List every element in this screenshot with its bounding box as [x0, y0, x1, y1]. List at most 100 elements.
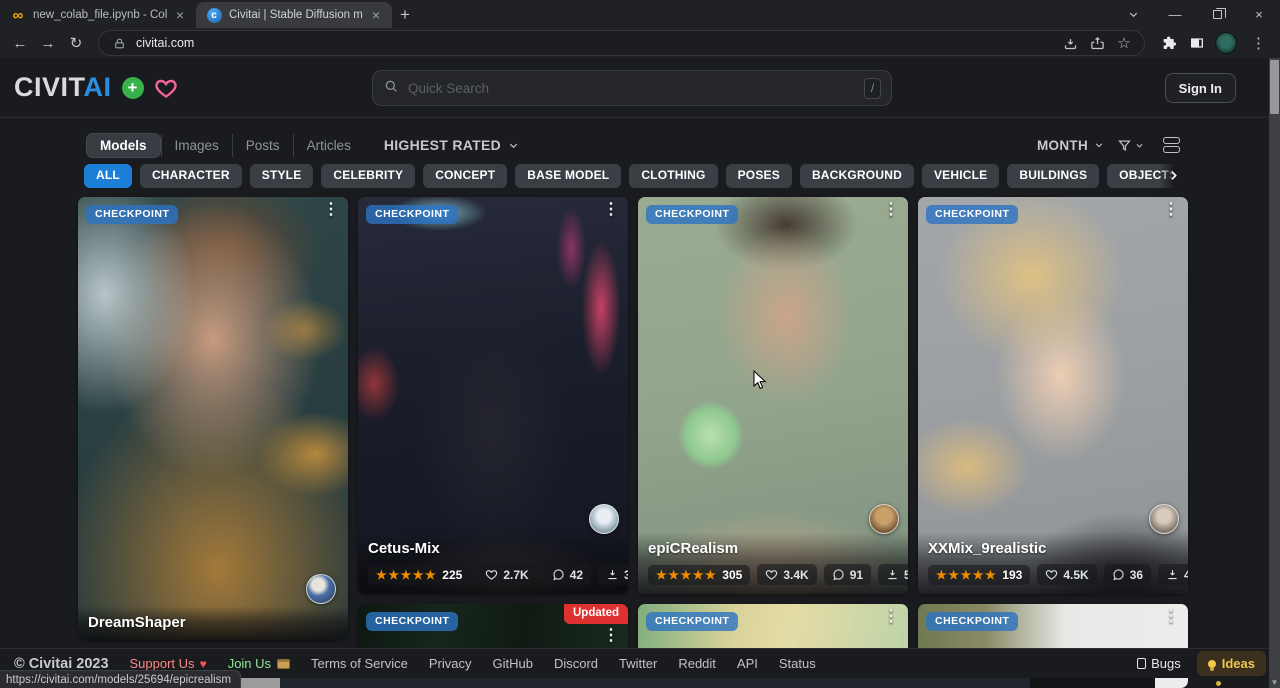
browser-toolbar: ← → ↻ civitai.com ☆: [0, 28, 1280, 58]
model-grid: CHECKPOINT ⋮ DreamShaper CHECKPOINT ⋮ Ce…: [78, 197, 1188, 688]
download-icon[interactable]: [1060, 33, 1080, 53]
footer-link[interactable]: Status: [779, 656, 816, 671]
chips-scroll-right-button[interactable]: [1160, 162, 1186, 188]
creator-avatar[interactable]: [306, 574, 336, 604]
content-tab[interactable]: Images: [161, 134, 232, 157]
new-tab-button[interactable]: +: [392, 2, 418, 28]
card-menu-icon[interactable]: ⋮: [1163, 202, 1179, 219]
comment-icon: [1112, 568, 1125, 581]
downloads-pill[interactable]: 45K: [1158, 564, 1188, 585]
category-chip[interactable]: CLOTHING: [629, 164, 717, 188]
browser-menu-icon[interactable]: ⋮: [1245, 34, 1272, 52]
footer-link[interactable]: Twitter: [619, 656, 657, 671]
category-chip[interactable]: VEHICLE: [922, 164, 999, 188]
likes-pill[interactable]: 4.5K: [1037, 564, 1096, 585]
star-rating: ★★★★★: [376, 569, 437, 581]
model-type-badge: CHECKPOINT: [646, 612, 738, 631]
forward-button[interactable]: →: [36, 31, 60, 55]
creator-avatar[interactable]: [589, 504, 619, 534]
browser-tab-civitai[interactable]: c Civitai | Stable Diffusion models, ×: [196, 2, 392, 28]
footer-link[interactable]: Privacy: [429, 656, 472, 671]
favorites-heart-icon[interactable]: [154, 76, 178, 100]
comments-pill[interactable]: 36: [1104, 564, 1151, 585]
lock-icon[interactable]: [109, 33, 129, 53]
category-chip[interactable]: STYLE: [250, 164, 314, 188]
civitai-logo[interactable]: CIVITAI: [14, 74, 112, 101]
downloads-pill[interactable]: 59K: [878, 564, 908, 585]
category-chip[interactable]: BASE MODEL: [515, 164, 621, 188]
content-tab[interactable]: Posts: [232, 134, 293, 157]
minimize-button[interactable]: —: [1154, 0, 1196, 28]
tab-strip: ∞ new_colab_file.ipynb - Colaborat × c C…: [0, 0, 1280, 28]
footer-link[interactable]: API: [737, 656, 758, 671]
page-scrollbar[interactable]: ▼: [1269, 58, 1280, 688]
card-overlay: Cetus-Mix ★★★★★225 2.7K 42 38K: [358, 532, 628, 594]
category-chip[interactable]: ALL: [84, 164, 132, 188]
footer-link[interactable]: Join Us: [228, 656, 290, 671]
content-tab[interactable]: Models: [86, 133, 161, 158]
model-card-xxmix9realistic[interactable]: CHECKPOINT ⋮ XXMix_9realistic ★★★★★193 4…: [918, 197, 1188, 594]
card-menu-icon[interactable]: ⋮: [1163, 609, 1179, 626]
model-card-epicrealism[interactable]: CHECKPOINT ⋮ epiCRealism ★★★★★305 3.4K 9…: [638, 197, 908, 594]
share-icon[interactable]: [1087, 33, 1107, 53]
period-dropdown[interactable]: MONTH: [1037, 138, 1104, 153]
bookmark-star-icon[interactable]: ☆: [1114, 33, 1134, 53]
card-menu-icon[interactable]: ⋮: [883, 202, 899, 219]
scrollbar-thumb[interactable]: [1270, 60, 1279, 114]
comments-pill[interactable]: 42: [544, 564, 591, 585]
card-menu-icon[interactable]: ⋮: [603, 628, 619, 645]
heart-icon: [765, 568, 778, 581]
model-card-cetus-mix[interactable]: CHECKPOINT ⋮ Cetus-Mix ★★★★★225 2.7K 42 …: [358, 197, 628, 594]
browser-profile-avatar[interactable]: [1215, 32, 1237, 54]
downloads-pill[interactable]: 38K: [598, 564, 628, 585]
tab-search-chevron-icon[interactable]: [1112, 0, 1154, 28]
footer-link[interactable]: Reddit: [678, 656, 716, 671]
creator-avatar[interactable]: [869, 504, 899, 534]
extensions-puzzle-icon[interactable]: [1159, 33, 1179, 53]
likes-pill[interactable]: 2.7K: [477, 564, 536, 585]
bugs-link[interactable]: Bugs: [1137, 656, 1181, 671]
browser-tab-colab[interactable]: ∞ new_colab_file.ipynb - Colaborat ×: [0, 2, 196, 28]
model-title: XXMix_9realistic: [928, 540, 1178, 557]
quick-search-input[interactable]: Quick Search /: [372, 70, 892, 106]
sign-in-button[interactable]: Sign In: [1165, 73, 1236, 103]
close-window-button[interactable]: ×: [1238, 0, 1280, 28]
model-type-badge: CHECKPOINT: [646, 205, 738, 224]
ideas-button[interactable]: Ideas: [1197, 651, 1266, 676]
category-chip[interactable]: BUILDINGS: [1007, 164, 1099, 188]
model-card-dreamshaper[interactable]: CHECKPOINT ⋮ DreamShaper: [78, 197, 348, 640]
back-button[interactable]: ←: [8, 31, 32, 55]
footer-link[interactable]: Discord: [554, 656, 598, 671]
card-menu-icon[interactable]: ⋮: [323, 202, 339, 219]
footer-link[interactable]: GitHub: [492, 656, 532, 671]
category-chip[interactable]: POSES: [726, 164, 792, 188]
filter-dropdown[interactable]: [1117, 138, 1144, 153]
create-plus-button[interactable]: +: [122, 77, 144, 99]
category-chip[interactable]: CHARACTER: [140, 164, 242, 188]
creator-avatar[interactable]: [1149, 504, 1179, 534]
tab-close-icon[interactable]: ×: [370, 8, 382, 22]
card-menu-icon[interactable]: ⋮: [883, 609, 899, 626]
content-tab[interactable]: Articles: [293, 134, 364, 157]
chevron-right-icon: [1167, 169, 1180, 182]
restore-button[interactable]: [1196, 0, 1238, 28]
category-chip[interactable]: CELEBRITY: [321, 164, 415, 188]
tab-close-icon[interactable]: ×: [174, 8, 186, 22]
footer-link[interactable]: Terms of Service: [311, 656, 408, 671]
layout-toggle-icon[interactable]: [1163, 137, 1180, 153]
content-fragment: [1030, 678, 1155, 688]
category-chip[interactable]: BACKGROUND: [800, 164, 914, 188]
side-panel-icon[interactable]: [1187, 33, 1207, 53]
star-rating: ★★★★★: [656, 569, 717, 581]
comments-pill[interactable]: 91: [824, 564, 871, 585]
scrollbar-down-arrow[interactable]: ▼: [1270, 678, 1279, 687]
model-title: epiCRealism: [648, 540, 898, 557]
category-chip[interactable]: CONCEPT: [423, 164, 507, 188]
reload-button[interactable]: ↻: [64, 31, 88, 55]
address-bar[interactable]: civitai.com ☆: [98, 30, 1145, 56]
comment-icon: [832, 568, 845, 581]
card-menu-icon[interactable]: ⋮: [603, 202, 619, 219]
footer-link[interactable]: Support Us: [130, 656, 207, 671]
likes-pill[interactable]: 3.4K: [757, 564, 816, 585]
sort-dropdown[interactable]: HIGHEST RATED: [384, 137, 519, 153]
